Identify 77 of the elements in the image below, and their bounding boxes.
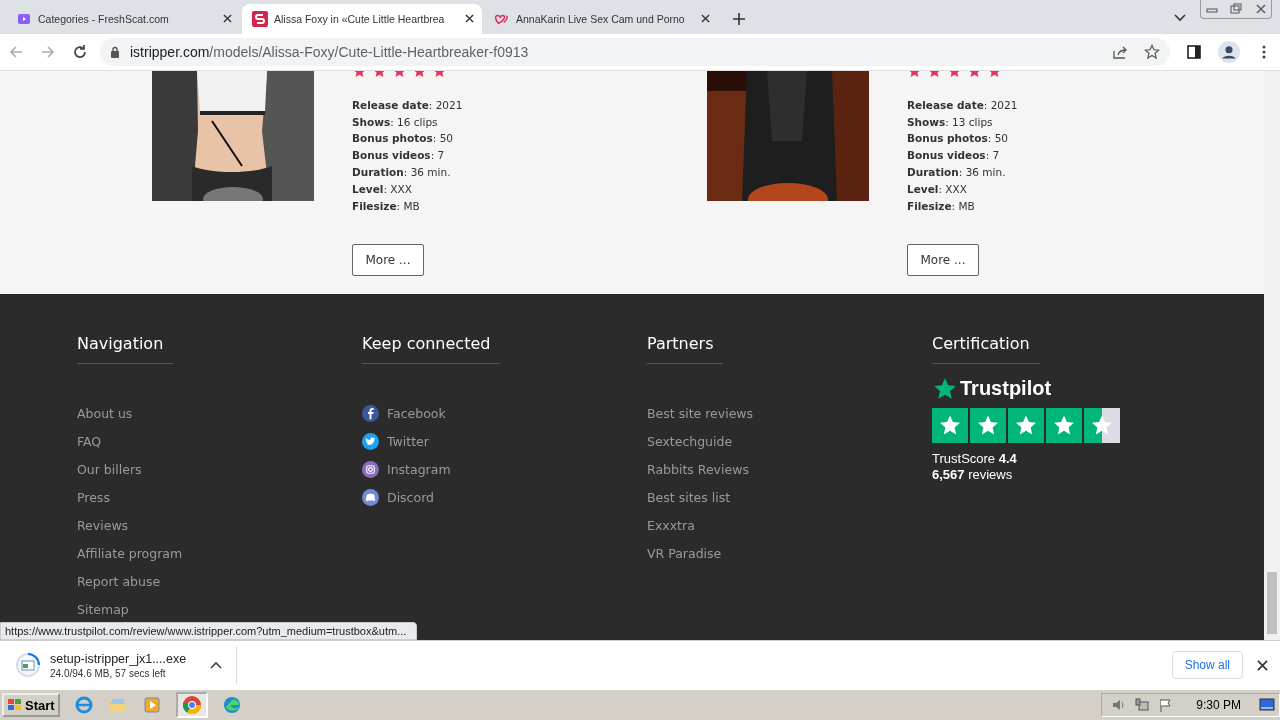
close-icon[interactable] bbox=[701, 14, 710, 24]
trustpilot-stars[interactable] bbox=[932, 407, 1120, 443]
twitter-icon[interactable] bbox=[362, 433, 379, 451]
footer-heading: Certification bbox=[932, 333, 1040, 364]
reload-icon[interactable] bbox=[72, 43, 88, 60]
chevron-down-icon[interactable] bbox=[1174, 13, 1186, 22]
address-bar[interactable]: istripper.com/models/Alissa-Foxy/Cute-Little-Heartbreaker-f0913 bbox=[100, 37, 1170, 66]
download-item[interactable]: setup-istripper_jx1....exe 24.0/94.6 MB, 57 secs left bbox=[0, 646, 237, 685]
site-logo-icon bbox=[252, 10, 268, 27]
more-button[interactable]: More ... bbox=[907, 244, 979, 277]
partner-link[interactable]: Exxxtra bbox=[647, 511, 695, 540]
close-icon[interactable] bbox=[465, 14, 474, 24]
browser-tab[interactable]: Categories - FreshScat.com bbox=[8, 3, 240, 34]
partner-link[interactable]: Best site reviews bbox=[647, 399, 754, 428]
bookmark-star-icon[interactable] bbox=[1144, 43, 1160, 60]
partner-link[interactable]: Rabbits Reviews bbox=[647, 455, 749, 484]
network-icon[interactable] bbox=[1134, 697, 1151, 714]
new-tab-icon[interactable] bbox=[732, 11, 746, 26]
status-url: https://www.trustpilot.com/review/www.istripper.com?utm_medium=trustbox&utm... bbox=[0, 622, 418, 641]
caret-icon[interactable] bbox=[210, 661, 222, 670]
side-panel-icon[interactable] bbox=[1186, 43, 1202, 60]
clock: 9:30 PM bbox=[1196, 698, 1241, 713]
footer-link[interactable]: Our billers bbox=[77, 455, 142, 484]
detail-text: Level: XXX bbox=[352, 181, 413, 197]
footer-link[interactable]: About us bbox=[77, 399, 133, 428]
browser-tab[interactable]: AnnaKarin Live Sex Cam und Porno bbox=[486, 3, 718, 34]
discord-icon[interactable] bbox=[362, 489, 379, 507]
facebook-icon[interactable] bbox=[362, 405, 379, 423]
trustpilot-logo[interactable]: Trustpilot bbox=[960, 377, 1052, 401]
detail-text: Duration: 36 min. bbox=[907, 165, 1007, 180]
browser-tab[interactable]: Alissa Foxy in «Cute Little Heartbrea bbox=[242, 3, 482, 34]
trust-score: TrustScore 4.4 bbox=[932, 450, 1017, 467]
detail-text: Filesize: MB bbox=[352, 198, 421, 214]
media-player-icon[interactable] bbox=[141, 695, 162, 716]
detail-text: Release date: 2021 bbox=[907, 97, 1019, 113]
footer-link[interactable]: Sitemap bbox=[77, 595, 129, 624]
detail-text: Filesize: MB bbox=[907, 198, 976, 214]
close-icon[interactable] bbox=[1257, 659, 1268, 671]
detail-text: Bonus videos: 7 bbox=[907, 148, 1001, 164]
detail-text: Release date: 2021 bbox=[352, 97, 464, 113]
footer-link[interactable]: Affiliate program bbox=[77, 539, 183, 568]
detail-text: Bonus photos: 50 bbox=[907, 131, 1009, 147]
social-link[interactable]: Discord bbox=[387, 483, 434, 512]
detail-text: Shows: 16 clips bbox=[352, 114, 439, 130]
footer-link[interactable]: FAQ bbox=[77, 427, 102, 456]
lock-icon bbox=[110, 45, 120, 58]
show-all-button[interactable]: Show all bbox=[1171, 651, 1243, 680]
instagram-icon[interactable] bbox=[362, 461, 379, 479]
detail-text: Level: XXX bbox=[907, 181, 968, 197]
detail-text: Bonus photos: 50 bbox=[352, 131, 454, 147]
footer-link[interactable]: Press bbox=[77, 483, 110, 512]
more-button[interactable]: More ... bbox=[352, 244, 424, 277]
file-name: setup-istripper_jx1....exe bbox=[50, 651, 188, 666]
detail-text: Duration: 36 min. bbox=[352, 165, 452, 180]
footer-heading: Keep connected bbox=[362, 333, 501, 364]
partner-link[interactable]: Best sites list bbox=[647, 483, 731, 512]
social-link[interactable]: Facebook bbox=[387, 399, 446, 428]
start-button[interactable]: Start bbox=[2, 693, 60, 718]
chrome-taskbar-button[interactable] bbox=[175, 692, 208, 719]
review-count: 6,567 reviews bbox=[932, 466, 1013, 483]
partner-link[interactable]: Sextechguide bbox=[647, 427, 733, 456]
partner-link[interactable]: VR Paradise bbox=[647, 539, 722, 568]
footer-link[interactable]: Report abuse bbox=[77, 567, 161, 596]
scrollbar[interactable] bbox=[1264, 70, 1280, 641]
footer-link[interactable]: Reviews bbox=[77, 511, 129, 540]
download-progress-text: 24.0/94.6 MB, 57 secs left bbox=[50, 667, 167, 679]
close-icon[interactable] bbox=[223, 14, 232, 24]
detail-text: Shows: 13 clips bbox=[907, 114, 994, 130]
profile-icon[interactable] bbox=[1218, 40, 1240, 63]
social-link[interactable]: Twitter bbox=[387, 427, 429, 456]
file-icon bbox=[14, 651, 42, 680]
detail-text: Bonus videos: 7 bbox=[352, 148, 446, 164]
footer-heading: Navigation bbox=[77, 333, 174, 364]
social-link[interactable]: Instagram bbox=[387, 455, 451, 484]
window-controls[interactable] bbox=[1200, 0, 1272, 19]
desktop-icon[interactable] bbox=[1259, 697, 1275, 714]
footer-heading: Partners bbox=[647, 333, 724, 364]
